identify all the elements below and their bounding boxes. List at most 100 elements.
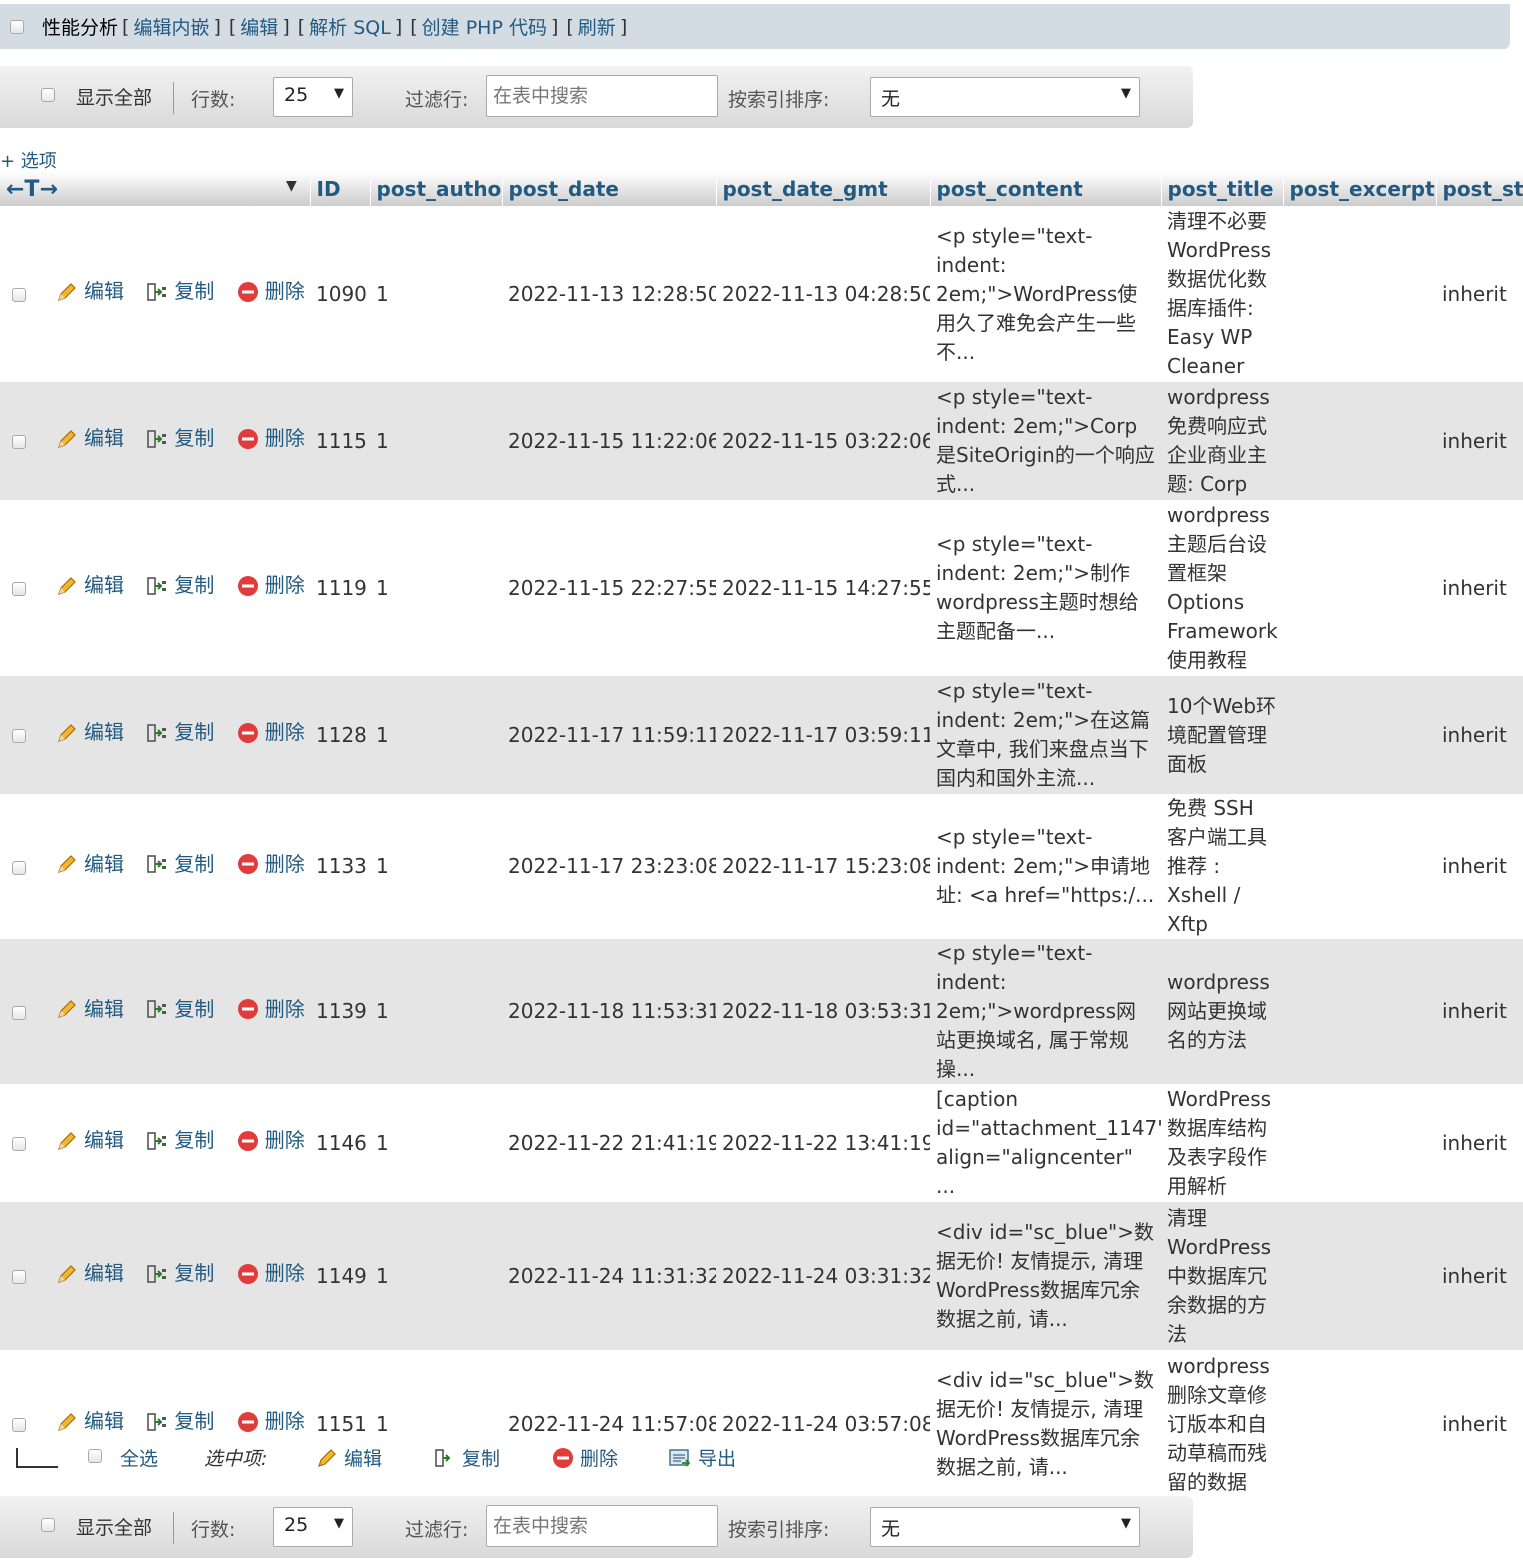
row-checkbox[interactable]: [12, 729, 26, 743]
cell-id: 1146: [310, 1084, 370, 1202]
show-all-checkbox[interactable]: [41, 88, 55, 102]
row-delete-button[interactable]: 删除: [237, 277, 305, 306]
header-post-content[interactable]: post_content: [930, 172, 1162, 206]
row-edit-button[interactable]: 编辑: [56, 571, 124, 600]
options-toggle[interactable]: + 选项: [0, 147, 57, 173]
cell-post-date: 2022-11-13 12:28:50: [502, 206, 716, 382]
cell-post-title: 清理不必要WordPress数据优化数据库插件: Easy WP Cleaner: [1161, 206, 1283, 382]
row-edit-button[interactable]: 编辑: [56, 850, 124, 879]
cell-post-date: 2022-11-17 11:59:11: [502, 676, 716, 794]
row-delete-button[interactable]: 删除: [237, 718, 305, 747]
query-toolbar: 性能分析 [编辑内嵌] [编辑] [解析 SQL] [创建 PHP 代码] [刷…: [0, 4, 1510, 49]
cell-post-excerpt: [1283, 500, 1436, 676]
copy-row-icon: [147, 723, 167, 742]
cell-post-title: wordpress免费响应式企业商业主题: Corp: [1161, 382, 1283, 500]
row-delete-button[interactable]: 删除: [237, 995, 305, 1024]
row-checkbox[interactable]: [12, 1137, 26, 1151]
cell-post-content: <p style="text-indent: 2em;">制作wordpress…: [930, 500, 1161, 676]
cell-post-excerpt: [1283, 1350, 1436, 1498]
row-copy-button[interactable]: 复制: [146, 277, 214, 306]
sort-select[interactable]: 无 ▼: [870, 1507, 1140, 1547]
row-delete-button[interactable]: 删除: [237, 424, 305, 453]
delete-icon: [237, 722, 258, 743]
select-all-label[interactable]: 全选: [120, 1444, 158, 1471]
row-copy-button[interactable]: 复制: [146, 995, 214, 1024]
row-checkbox[interactable]: [12, 1418, 26, 1432]
row-edit-button[interactable]: 编辑: [56, 995, 124, 1024]
cell-post-author: 1: [370, 676, 502, 794]
row-copy-button[interactable]: 复制: [146, 718, 214, 747]
delete-icon: [237, 854, 258, 875]
row-checkbox[interactable]: [12, 1005, 26, 1020]
header-id[interactable]: ID: [310, 172, 371, 206]
sort-select[interactable]: 无 ▼: [870, 77, 1140, 117]
header-post-status[interactable]: post_sta: [1436, 172, 1523, 206]
row-checkbox[interactable]: [12, 288, 26, 302]
copy-row-icon: [435, 1448, 451, 1467]
show-all-checkbox[interactable]: [41, 1518, 55, 1532]
link-edit-inline[interactable]: 编辑内嵌: [133, 13, 209, 40]
bulk-edit-button[interactable]: 编辑: [316, 1444, 382, 1471]
row-edit-button[interactable]: 编辑: [56, 1259, 124, 1288]
row-edit-button[interactable]: 编辑: [56, 1407, 124, 1436]
cell-post-date-gmt: 2022-11-13 04:28:50: [716, 206, 930, 382]
rows-select[interactable]: 25 ▼: [273, 77, 353, 117]
pencil-icon: [58, 282, 76, 301]
row-delete-button[interactable]: 删除: [237, 571, 305, 600]
cell-post-date: 2022-11-18 11:53:31: [502, 939, 716, 1084]
cell-id: 1128: [310, 676, 370, 794]
row-edit-button[interactable]: 编辑: [56, 1126, 124, 1155]
row-checkbox[interactable]: [12, 1270, 26, 1284]
copy-row-icon: [147, 1000, 167, 1019]
show-all-label[interactable]: 显示全部: [76, 83, 152, 110]
row-delete-button[interactable]: 删除: [237, 1407, 305, 1436]
row-delete-button[interactable]: 删除: [237, 1259, 305, 1288]
select-all-checkbox[interactable]: [88, 1449, 102, 1463]
row-edit-button[interactable]: 编辑: [56, 718, 124, 747]
row-checkbox[interactable]: [12, 860, 26, 875]
row-checkbox[interactable]: [12, 582, 26, 596]
row-delete-button[interactable]: 删除: [237, 850, 305, 879]
bulk-export-button[interactable]: 导出: [668, 1444, 736, 1471]
column-resize-arrows-icon[interactable]: ←T→: [6, 177, 58, 202]
header-post-excerpt[interactable]: post_excerpt: [1283, 172, 1437, 206]
bulk-delete-button[interactable]: 删除: [552, 1444, 618, 1471]
row-edit-button[interactable]: 编辑: [56, 424, 124, 453]
row-delete-button[interactable]: 删除: [237, 1126, 305, 1155]
show-all-label[interactable]: 显示全部: [76, 1513, 152, 1540]
results-table: ←T→ ▼ ID post_author post_date post_date…: [0, 172, 1523, 1498]
cell-post-excerpt: [1283, 794, 1436, 939]
row-checkbox[interactable]: [12, 435, 26, 449]
table-row: 编辑 复制 删除 1119 1 2022-11-15 22:27:55 2022…: [0, 500, 1523, 676]
header-post-title[interactable]: post_title: [1161, 172, 1284, 206]
row-edit-button[interactable]: 编辑: [56, 277, 124, 306]
rows-select[interactable]: 25 ▼: [273, 1507, 353, 1547]
row-copy-button[interactable]: 复制: [146, 1259, 214, 1288]
row-copy-button[interactable]: 复制: [146, 424, 214, 453]
sort-triangle-icon[interactable]: ▼: [286, 178, 297, 194]
cell-post-content: <div id="sc_blue">数据无价! 友情提示, 清理WordPres…: [930, 1350, 1161, 1498]
cell-post-status: inherit: [1436, 676, 1523, 794]
filter-input[interactable]: [486, 75, 718, 117]
row-copy-button[interactable]: 复制: [146, 1126, 214, 1155]
table-row: 编辑 复制 删除 1149 1 2022-11-24 11:31:32 2022…: [0, 1202, 1523, 1350]
profiling-checkbox[interactable]: [10, 19, 24, 34]
cell-post-author: 1: [370, 1084, 502, 1202]
row-copy-button[interactable]: 复制: [146, 1407, 214, 1436]
row-copy-button[interactable]: 复制: [146, 850, 214, 879]
header-post-date[interactable]: post_date: [502, 172, 717, 206]
pencil-icon: [318, 1448, 336, 1467]
bulk-copy-button[interactable]: 复制: [434, 1444, 500, 1471]
link-explain-sql[interactable]: 解析 SQL: [309, 13, 391, 40]
link-refresh[interactable]: 刷新: [578, 13, 616, 40]
cell-post-date-gmt: 2022-11-15 14:27:55: [716, 500, 930, 676]
cell-post-excerpt: [1283, 1202, 1436, 1350]
header-post-author[interactable]: post_author: [370, 172, 503, 206]
dropdown-arrow-icon: ▼: [334, 86, 344, 101]
filter-input[interactable]: [486, 1505, 718, 1547]
link-create-php[interactable]: 创建 PHP 代码: [422, 13, 547, 40]
link-edit[interactable]: 编辑: [240, 13, 278, 40]
delete-icon: [553, 1447, 573, 1468]
header-post-date-gmt[interactable]: post_date_gmt: [716, 172, 931, 206]
row-copy-button[interactable]: 复制: [146, 571, 214, 600]
